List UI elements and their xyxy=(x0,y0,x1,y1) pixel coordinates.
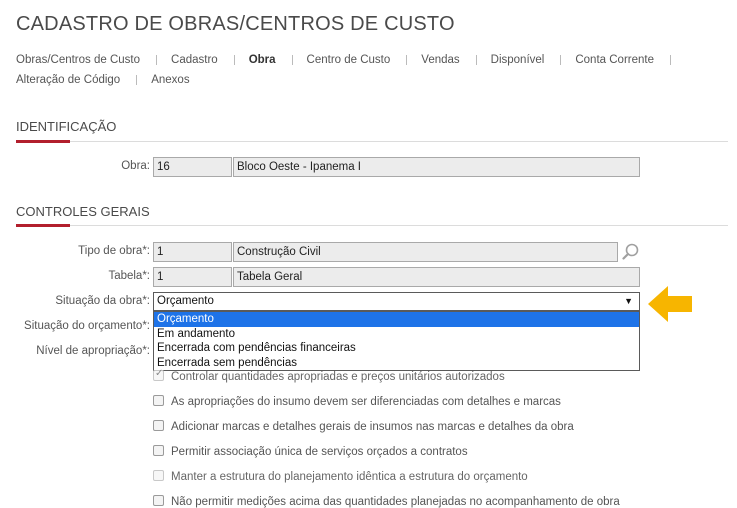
tab-disponivel[interactable]: Disponível xyxy=(491,50,545,70)
checkbox-manter-estrutura-planejamento: Manter a estrutura do planejamento idênt… xyxy=(153,470,528,483)
checkbox-label: Permitir associação única de serviços or… xyxy=(171,446,468,458)
tab-conta-corrente[interactable]: Conta Corrente xyxy=(575,50,654,70)
checkbox-box[interactable] xyxy=(153,420,164,431)
option-em-andamento[interactable]: Em andamento xyxy=(154,327,639,342)
obra-name-field[interactable]: Bloco Oeste - Ipanema I xyxy=(233,157,640,177)
checkbox-associacao-unica-servicos[interactable]: Permitir associação única de serviços or… xyxy=(153,445,468,458)
checkbox-controlar-quantidades: Controlar quantidades apropriadas e preç… xyxy=(153,368,505,383)
situacao-obra-options-list: Orçamento Em andamento Encerrada com pen… xyxy=(153,311,640,371)
checkbox-apropriacoes-diferenciadas[interactable]: As apropriações do insumo devem ser dife… xyxy=(153,395,561,408)
checkbox-label: Adicionar marcas e detalhes gerais de in… xyxy=(171,421,574,433)
checkbox-label: As apropriações do insumo devem ser dife… xyxy=(171,396,561,408)
tipo-obra-code-field[interactable]: 1 xyxy=(153,242,232,262)
tab-alteracao-de-codigo[interactable]: Alteração de Código xyxy=(16,70,120,90)
checkbox-label: Controlar quantidades apropriadas e preç… xyxy=(171,371,505,383)
tab-separator xyxy=(291,54,293,65)
checkbox-adicionar-marcas-detalhes[interactable]: Adicionar marcas e detalhes gerais de in… xyxy=(153,420,574,433)
option-encerrada-sem-pendencias[interactable]: Encerrada sem pendências xyxy=(154,356,639,371)
checkbox-nao-permitir-medicoes[interactable]: Não permitir medições acima das quantida… xyxy=(153,495,620,508)
tab-separator xyxy=(406,54,408,65)
checkbox-box[interactable] xyxy=(153,445,164,456)
checkbox-label: Não permitir medições acima das quantida… xyxy=(171,496,620,508)
tab-bar: Obras/Centros de Custo Cadastro Obra Centro… xyxy=(16,50,716,90)
tabela-name-field[interactable]: Tabela Geral xyxy=(233,267,640,287)
situacao-orcamento-label: Situação do orçamento*: xyxy=(24,320,150,332)
tab-anexos[interactable]: Anexos xyxy=(151,70,189,90)
tab-vendas[interactable]: Vendas xyxy=(421,50,459,70)
situacao-obra-label: Situação da obra*: xyxy=(55,295,150,307)
tabela-label: Tabela*: xyxy=(108,270,150,282)
tab-obras-centros-de-custo[interactable]: Obras/Centros de Custo xyxy=(16,50,140,70)
situacao-obra-selected-value: Orçamento xyxy=(157,295,214,307)
tab-cadastro[interactable]: Cadastro xyxy=(171,50,218,70)
tab-separator xyxy=(669,54,671,65)
tab-separator xyxy=(156,54,158,65)
section-divider xyxy=(16,224,728,227)
checkbox-box xyxy=(153,470,164,481)
tab-separator xyxy=(233,54,235,65)
lookup-button[interactable] xyxy=(621,242,641,262)
dropdown-arrow-icon: ▼ xyxy=(624,296,633,306)
obra-label: Obra: xyxy=(121,160,150,172)
page-title: CADASTRO DE OBRAS/CENTROS DE CUSTO xyxy=(16,13,455,35)
tab-separator xyxy=(136,74,138,85)
checkbox-box[interactable] xyxy=(153,495,164,506)
checkbox-box[interactable] xyxy=(153,395,164,406)
option-orcamento[interactable]: Orçamento xyxy=(154,312,639,327)
tabela-code-field[interactable]: 1 xyxy=(153,267,232,287)
checkbox-box xyxy=(153,368,164,381)
section-title-identificacao: IDENTIFICAÇÃO xyxy=(16,119,117,134)
search-icon xyxy=(622,243,639,260)
tab-separator xyxy=(475,54,477,65)
tipo-obra-name-field[interactable]: Construção Civil xyxy=(233,242,618,262)
checkbox-label: Manter a estrutura do planejamento idênt… xyxy=(171,471,528,483)
tipo-obra-label: Tipo de obra*: xyxy=(78,245,150,257)
section-accent xyxy=(16,140,70,143)
nivel-apropriacao-label: Nível de apropriação*: xyxy=(36,345,150,357)
tab-obra[interactable]: Obra xyxy=(249,50,276,70)
tab-separator xyxy=(560,54,562,65)
option-encerrada-com-pendencias[interactable]: Encerrada com pendências financeiras xyxy=(154,341,639,356)
arrow-left-icon xyxy=(648,286,692,322)
tab-centro-de-custo[interactable]: Centro de Custo xyxy=(307,50,391,70)
situacao-obra-select[interactable]: Orçamento ▼ xyxy=(153,292,640,311)
section-divider xyxy=(16,140,728,143)
section-title-controles-gerais: CONTROLES GERAIS xyxy=(16,204,150,219)
obra-code-field[interactable]: 16 xyxy=(153,157,232,177)
section-accent xyxy=(16,224,70,227)
